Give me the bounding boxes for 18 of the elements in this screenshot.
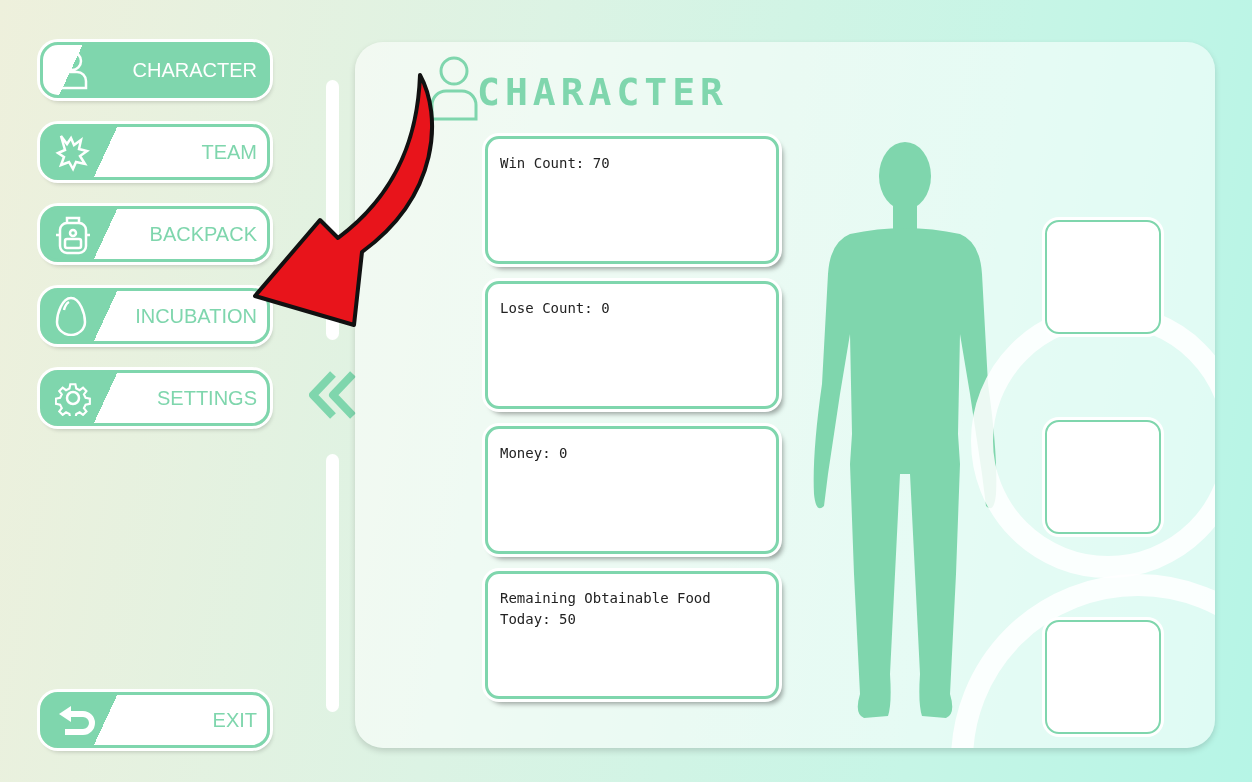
menu-button[interactable]: BACKPACK [40,206,270,262]
stat-card: Money: 0 [485,426,779,554]
stat-card: Lose Count: 0 [485,281,779,409]
gear-icon [55,380,91,416]
menu-button[interactable]: TEAM [40,124,270,180]
double-chevron-icon[interactable] [308,370,357,420]
stat-card: Remaining Obtainable Food Today: 50 [485,571,779,699]
egg-icon [55,296,87,336]
panel-title: CHARACTER [477,70,728,114]
person-icon [429,55,479,121]
exit-button[interactable]: EXIT [40,692,270,748]
menu-button[interactable]: SETTINGS [40,370,270,426]
stat-card: Win Count: 70 [485,136,779,264]
equipment-slot[interactable] [1045,620,1161,734]
menu-button[interactable]: INCUBATION [40,288,270,344]
menu-button[interactable]: CHARACTER [40,42,270,98]
equipment-slot[interactable] [1045,420,1161,534]
equipment-slot[interactable] [1045,220,1161,334]
